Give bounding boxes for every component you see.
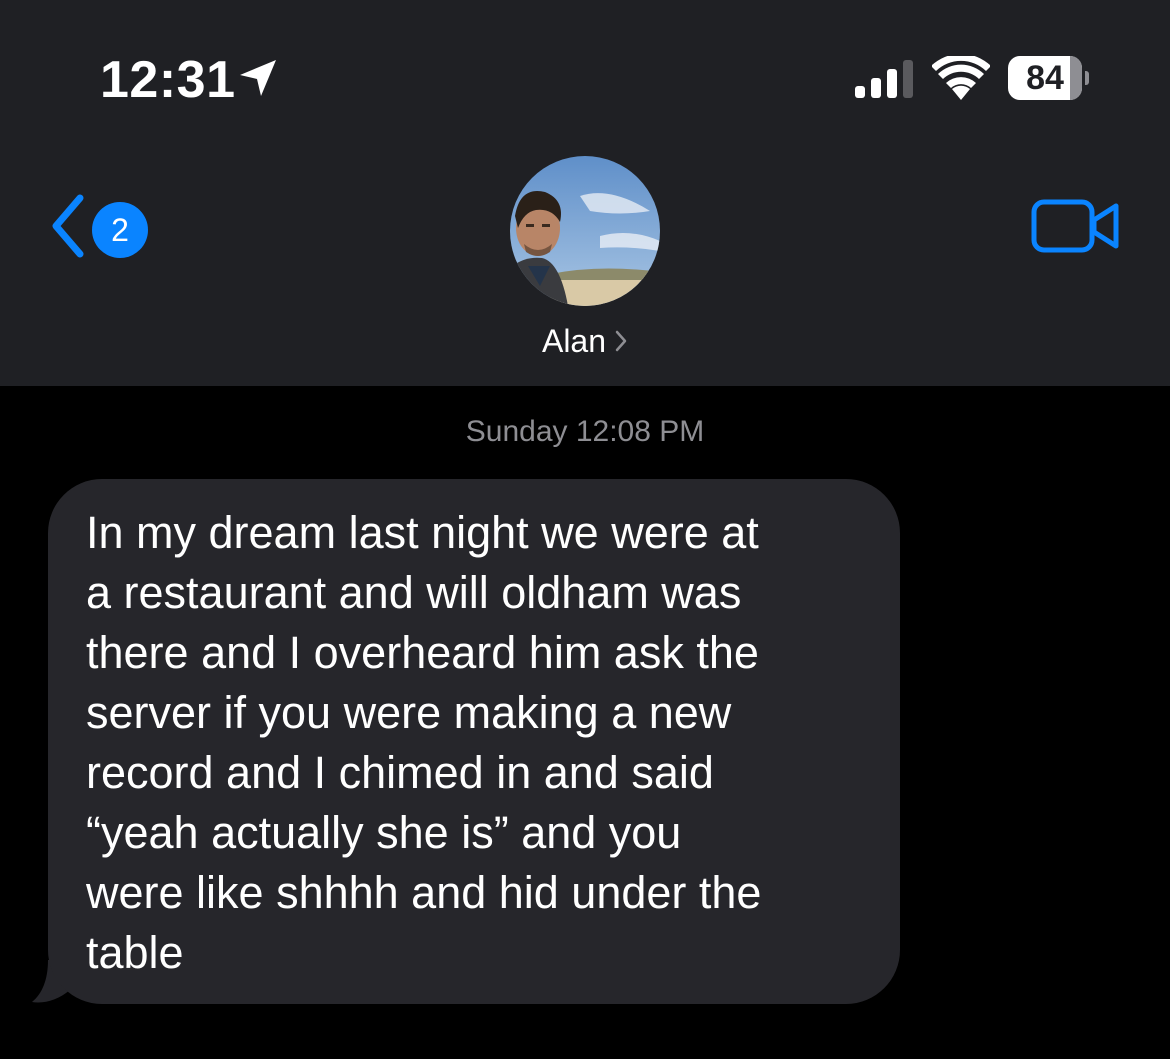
battery-percent: 84 bbox=[1026, 59, 1064, 97]
chevron-left-icon bbox=[52, 194, 84, 258]
battery-nub bbox=[1085, 71, 1089, 85]
message-text: In my dream last night we were at a rest… bbox=[86, 507, 762, 978]
wifi-icon bbox=[932, 56, 990, 100]
conversation-header: 12:31 84 2 Alan bbox=[0, 0, 1170, 386]
contact-name-button[interactable]: Alan bbox=[485, 318, 685, 364]
incoming-message-bubble[interactable]: In my dream last night we were at a rest… bbox=[48, 479, 900, 1004]
contact-avatar[interactable] bbox=[510, 156, 660, 306]
battery-body: 84 bbox=[1008, 56, 1082, 100]
chevron-right-icon bbox=[615, 330, 627, 352]
cellular-signal-icon bbox=[855, 60, 913, 98]
battery-indicator: 84 bbox=[1008, 56, 1089, 100]
message-timestamp: Sunday 12:08 PM bbox=[465, 415, 705, 448]
back-button[interactable]: 2 bbox=[40, 190, 160, 266]
messages-screen: 12:31 84 2 Alan Sunday 12:08 PM In my dr… bbox=[0, 0, 1170, 1059]
location-arrow-icon bbox=[240, 60, 276, 96]
avatar-photo bbox=[510, 156, 660, 306]
status-time: 12:31 bbox=[100, 51, 236, 109]
contact-name: Alan bbox=[541, 323, 607, 359]
unread-count-badge: 2 bbox=[92, 202, 148, 258]
video-camera-icon[interactable] bbox=[1030, 194, 1122, 258]
